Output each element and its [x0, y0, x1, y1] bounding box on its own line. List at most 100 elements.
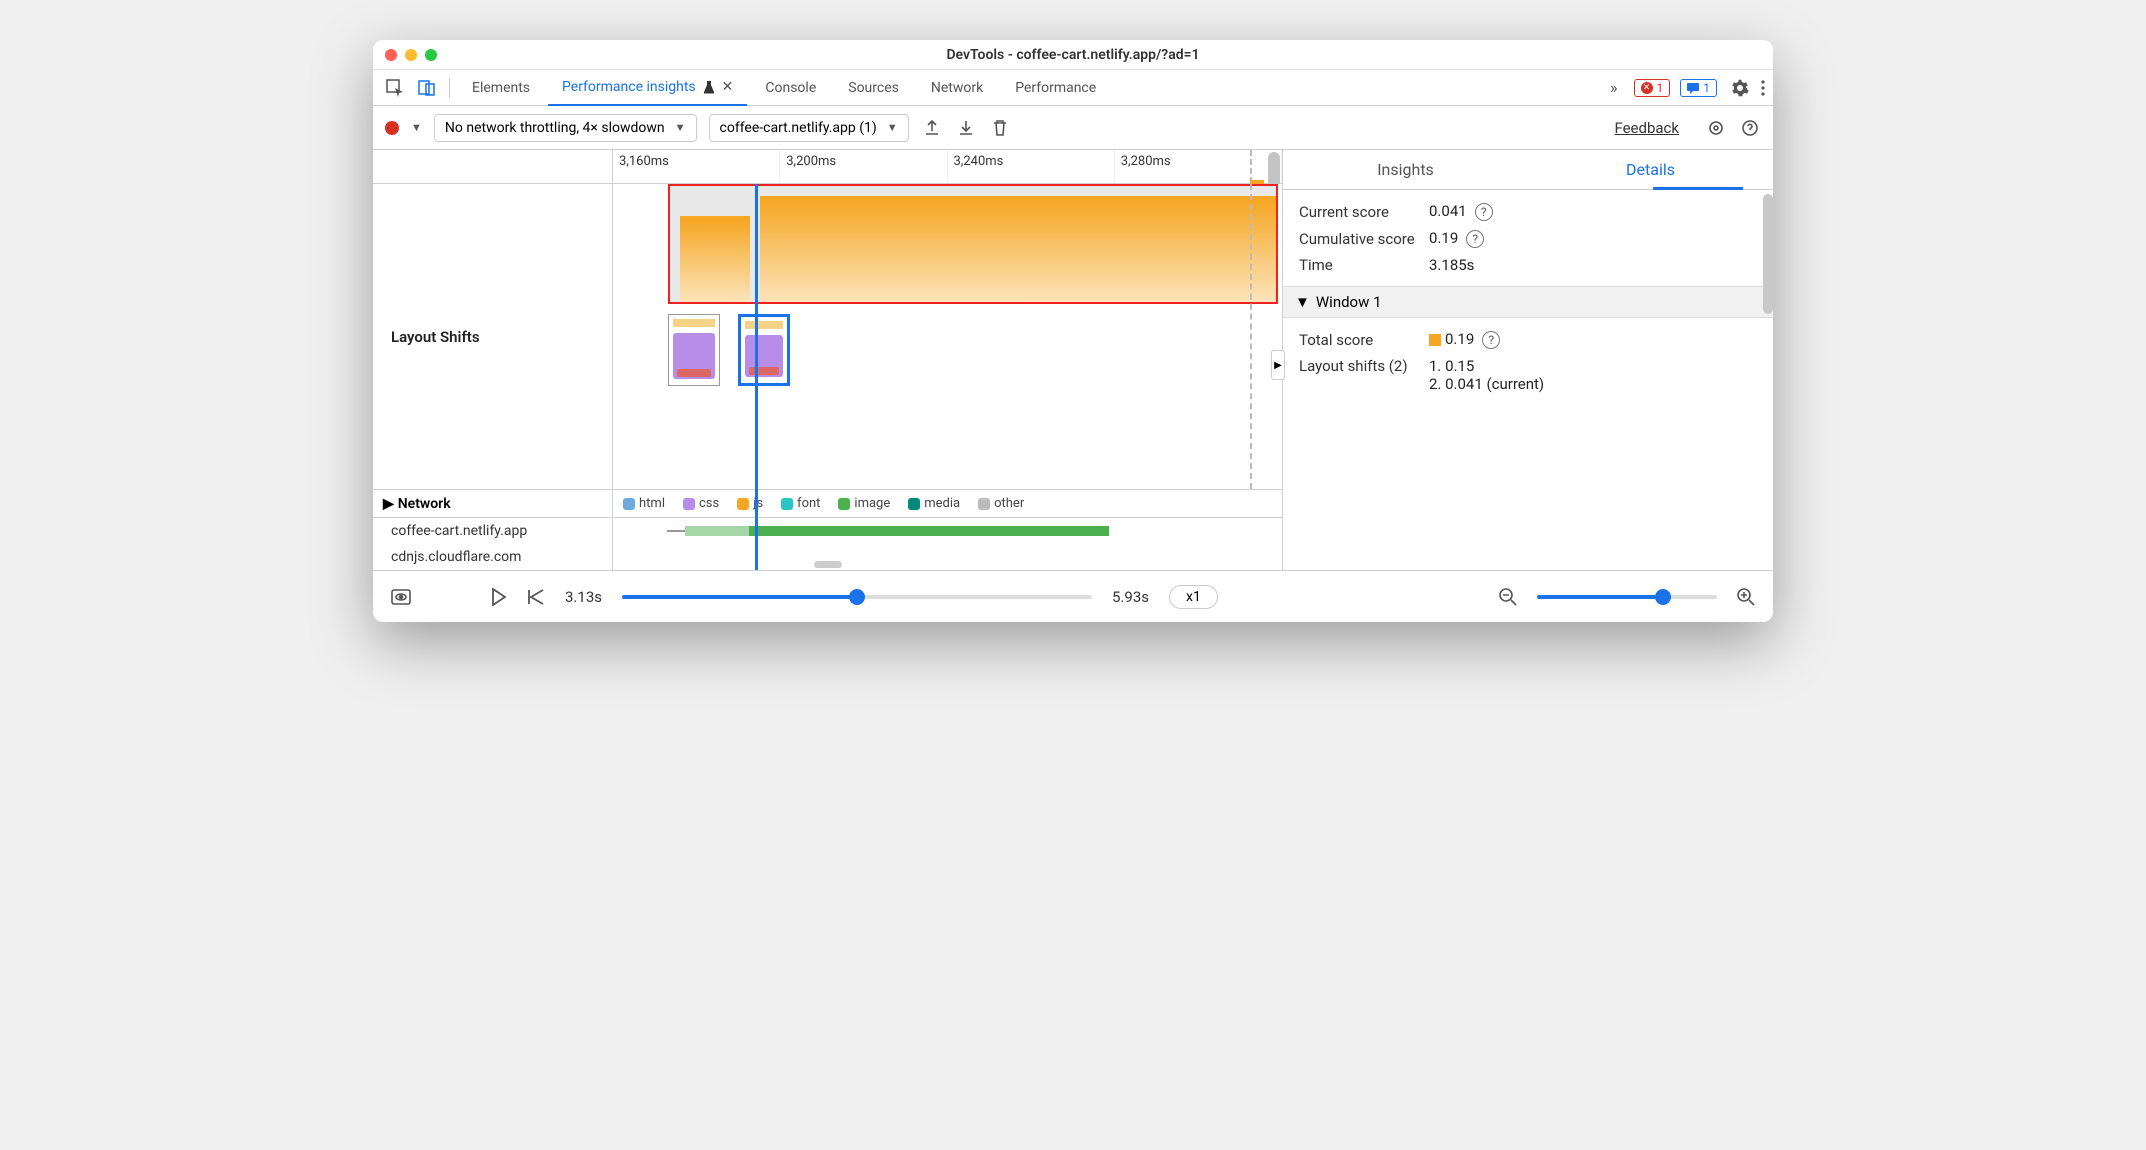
vertical-scrollbar[interactable]: [1268, 152, 1280, 173]
score-swatch-icon: [1429, 334, 1441, 346]
maximize-window-icon[interactable]: [425, 49, 437, 61]
host-bar-area[interactable]: [613, 544, 1282, 570]
rewind-button[interactable]: [527, 589, 545, 605]
help-icon[interactable]: ?: [1475, 203, 1493, 221]
layout-shift-block[interactable]: [680, 216, 750, 302]
tab-insights[interactable]: Insights: [1283, 150, 1528, 189]
tab-label: Sources: [848, 80, 899, 96]
detail-value: 0.041: [1429, 202, 1467, 220]
detail-value: 0.19: [1429, 229, 1458, 247]
ruler-spacer: [373, 150, 613, 183]
collapse-panel-icon[interactable]: ▶: [1271, 350, 1285, 380]
errors-badge[interactable]: ✕ 1: [1634, 79, 1671, 97]
close-window-icon[interactable]: [385, 49, 397, 61]
zoom-in-icon[interactable]: [1737, 588, 1755, 606]
layout-shifts-list: 1. 0.15 2. 0.041 (current): [1429, 357, 1544, 393]
record-button[interactable]: [385, 121, 399, 135]
messages-badge[interactable]: 1: [1680, 79, 1717, 97]
range-end-dash: [1250, 184, 1252, 489]
recording-select[interactable]: coffee-cart.netlify.app (1) ▼: [709, 114, 909, 142]
help-icon[interactable]: [1739, 117, 1761, 139]
network-legend: html css js font image media other: [613, 496, 1282, 511]
layout-shifts-track[interactable]: [613, 184, 1282, 489]
zoom-out-icon[interactable]: [1499, 588, 1517, 606]
legend-image: image: [838, 496, 890, 511]
delete-icon[interactable]: [989, 117, 1011, 139]
slider-knob[interactable]: [1655, 589, 1671, 605]
import-icon[interactable]: [955, 117, 977, 139]
time-ticks: 3,160ms 3,200ms 3,240ms 3,280ms: [613, 150, 1282, 183]
window-1-header[interactable]: ▼ Window 1: [1283, 286, 1773, 318]
zoom-slider[interactable]: [1537, 589, 1717, 605]
chevron-down-icon: ▼: [675, 121, 686, 134]
export-icon[interactable]: [921, 117, 943, 139]
help-icon[interactable]: ?: [1482, 331, 1500, 349]
tab-elements[interactable]: Elements: [458, 70, 544, 106]
tab-details[interactable]: Details: [1528, 150, 1773, 189]
detail-value: 3.185s: [1429, 256, 1474, 274]
playhead[interactable]: [755, 184, 758, 570]
network-host-row: coffee-cart.netlify.app: [373, 518, 1282, 544]
preview-toggle-icon[interactable]: [391, 589, 411, 605]
tab-performance[interactable]: Performance: [1001, 70, 1110, 106]
tab-console[interactable]: Console: [751, 70, 830, 106]
tab-network[interactable]: Network: [917, 70, 997, 106]
more-tabs-icon[interactable]: »: [1604, 78, 1624, 97]
minimize-window-icon[interactable]: [405, 49, 417, 61]
window-header-label: Window 1: [1316, 293, 1382, 311]
host-bar-area[interactable]: [613, 518, 1282, 544]
playback-slider[interactable]: [622, 589, 1092, 605]
request-wait-bar: [685, 526, 749, 536]
inspect-element-icon[interactable]: [381, 74, 409, 102]
tab-sources[interactable]: Sources: [834, 70, 913, 106]
detail-label: Time: [1299, 256, 1429, 274]
window-title: DevTools - coffee-cart.netlify.app/?ad=1: [373, 47, 1773, 63]
screenshot-thumb-selected[interactable]: [738, 314, 790, 386]
record-dropdown-icon[interactable]: ▼: [411, 121, 422, 134]
window-1-content: Total score 0.19? Layout shifts (2) 1. 0…: [1283, 318, 1773, 405]
kebab-menu-icon[interactable]: [1761, 79, 1765, 97]
layout-shift-item[interactable]: 1. 0.15: [1429, 357, 1544, 375]
legend-js: js: [737, 496, 763, 511]
legend-media: media: [908, 496, 960, 511]
screenshot-thumb[interactable]: [668, 314, 720, 386]
horizontal-scroll-thumb[interactable]: [814, 561, 842, 568]
throttling-select[interactable]: No network throttling, 4× slowdown ▼: [434, 114, 697, 142]
layout-shifts-list-row: Layout shifts (2) 1. 0.15 2. 0.041 (curr…: [1299, 353, 1757, 397]
network-header-row: ▶ Network html css js font image media o…: [373, 490, 1282, 518]
playback-speed[interactable]: x1: [1169, 585, 1218, 609]
tab-label: Performance: [1015, 80, 1096, 96]
right-scrollbar[interactable]: [1763, 194, 1773, 314]
network-label[interactable]: ▶ Network: [373, 490, 613, 517]
error-count: 1: [1657, 81, 1664, 95]
feedback-link[interactable]: Feedback: [1614, 119, 1679, 137]
time-tick: 3,200ms: [780, 150, 947, 183]
cluster-highlight: [668, 184, 1278, 304]
request-download-bar: [749, 526, 1109, 536]
host-name[interactable]: coffee-cart.netlify.app: [373, 518, 613, 544]
timeline-panel: 3,160ms 3,200ms 3,240ms 3,280ms Layout S…: [373, 150, 1283, 570]
host-name[interactable]: cdnjs.cloudflare.com: [373, 544, 613, 570]
devtools-window: DevTools - coffee-cart.netlify.app/?ad=1…: [373, 40, 1773, 622]
layout-shifts-label: Layout Shifts: [373, 184, 613, 489]
play-button[interactable]: [491, 588, 507, 606]
tab-performance-insights[interactable]: Performance insights ✕: [548, 70, 747, 106]
panel-settings-icon[interactable]: [1705, 117, 1727, 139]
detail-label: Cumulative score: [1299, 230, 1429, 248]
panel-tabbar: Elements Performance insights ✕ Console …: [373, 70, 1773, 106]
settings-icon[interactable]: [1731, 79, 1749, 97]
layout-shift-item[interactable]: 2. 0.041 (current): [1429, 375, 1544, 393]
expand-icon: ▶: [383, 496, 394, 512]
network-label-text: Network: [398, 496, 451, 512]
close-tab-icon[interactable]: ✕: [722, 79, 734, 95]
detail-label: Layout shifts (2): [1299, 357, 1429, 375]
message-count: 1: [1703, 81, 1710, 95]
help-icon[interactable]: ?: [1466, 230, 1484, 248]
layout-shift-block[interactable]: [760, 196, 1276, 302]
toolbar: ▼ No network throttling, 4× slowdown ▼ c…: [373, 106, 1773, 150]
slider-knob[interactable]: [849, 589, 865, 605]
traffic-lights: [385, 49, 437, 61]
tab-label: Network: [931, 80, 983, 96]
cumulative-score-row: Cumulative score 0.19?: [1299, 225, 1757, 252]
device-toolbar-icon[interactable]: [413, 74, 441, 102]
